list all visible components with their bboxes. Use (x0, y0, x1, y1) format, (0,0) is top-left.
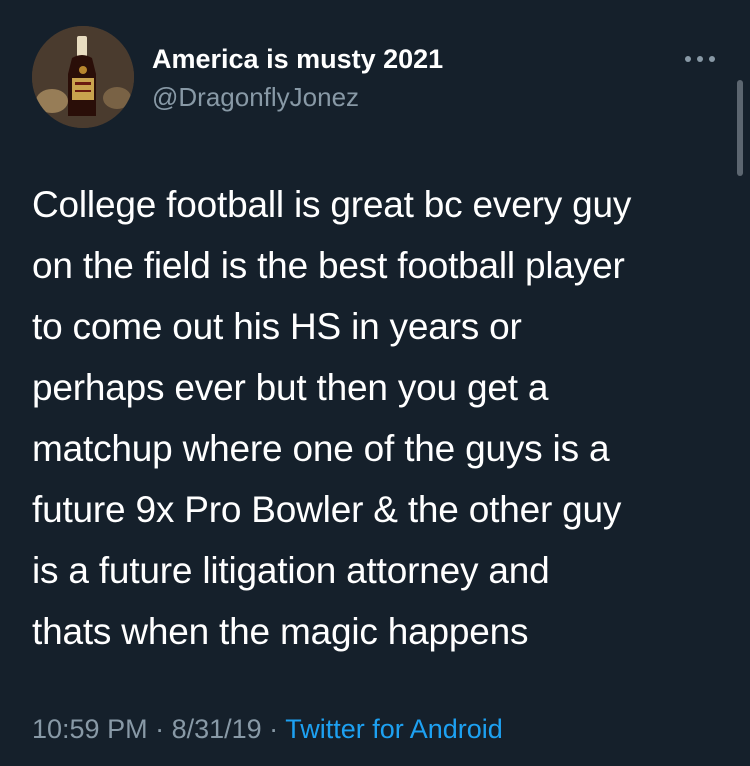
tweet-text: College football is great bc every guy o… (32, 184, 632, 652)
meta-separator: · (147, 714, 172, 744)
tweet-source-link[interactable]: Twitter for Android (285, 714, 503, 744)
tweet-time: 10:59 PM (32, 714, 148, 744)
tweet-date: 8/31/19 (171, 714, 262, 744)
more-options-icon[interactable] (680, 44, 720, 74)
liquor-bottle-icon (32, 26, 134, 128)
tweet-detail: America is musty 2021 @DragonflyJonez Co… (0, 0, 750, 766)
author-handle[interactable]: @DragonflyJonez (152, 82, 359, 113)
author-display-name[interactable]: America is musty 2021 (152, 44, 443, 75)
scrollbar[interactable] (737, 80, 743, 176)
avatar[interactable] (32, 26, 134, 128)
tweet-meta: 10:59 PM · 8/31/19 · Twitter for Android (32, 714, 503, 745)
meta-separator: · (261, 714, 286, 744)
